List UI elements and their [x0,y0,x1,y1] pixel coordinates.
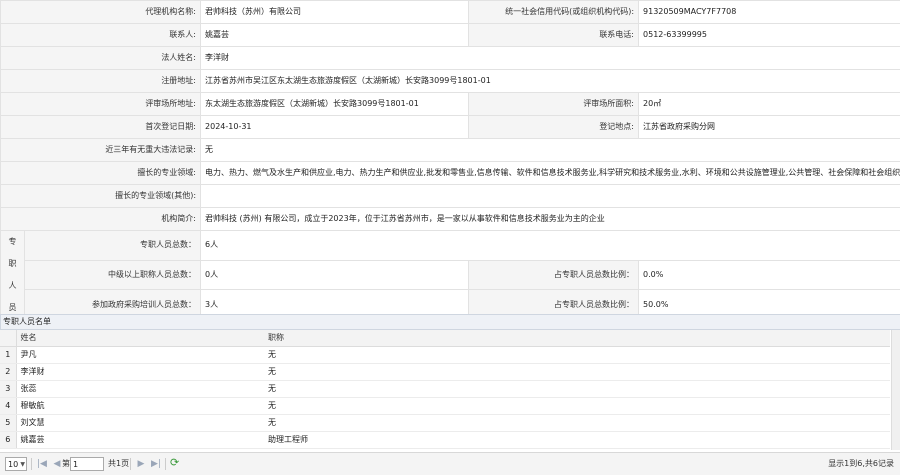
table-row[interactable]: 2 李洋财无 [0,363,890,381]
specialty-other-label: 擅长的专业领域(其他): [0,184,202,208]
staff-mid-ratio-value: 0.0% [638,259,900,291]
staff-side-char: 人 [8,281,17,290]
row-number: 4 [0,397,17,415]
credit-code-label: 统一社会信用代码(或组织机构代码): [468,0,640,24]
staff-name-cell: 穆敏航 [16,397,264,415]
page-prefix: 第 [62,459,70,468]
row-number: 3 [0,380,17,398]
staff-side-label: 专 职 人 员 [0,230,25,320]
phone-value: 0512-63399995 [638,23,900,47]
table-row[interactable]: 1 尹凡无 [0,346,890,364]
grid-scrollbar[interactable] [891,330,900,450]
refresh-icon[interactable]: ⟳ [170,456,179,470]
specialty-label: 擅长的专业领域: [0,161,202,185]
violations-label: 近三年有无重大违法记录: [0,138,202,162]
staff-title-cell: 无 [264,363,890,381]
review-address-label: 评审场所地址: [0,92,202,116]
row-number: 1 [0,346,17,364]
agency-name-value: 君帅科技（苏州）有限公司 [200,0,470,24]
agency-info-table: 代理机构名称: 君帅科技（苏州）有限公司 统一社会信用代码(或组织机构代码): … [0,0,900,320]
contact-value: 姚嘉芸 [200,23,470,47]
pagination-bar: 10 ▼ |◀ ◀ 第 1 共1页 ▶ ▶| ⟳ 显示1到6,共6记录 [0,452,900,475]
staff-name-cell: 刘文慧 [16,414,264,432]
last-page-icon[interactable]: ▶| [150,457,162,471]
pager-divider [130,458,131,470]
table-row[interactable]: 4 穆敏航无 [0,397,890,415]
staff-total-value: 6人 [200,230,900,261]
staff-title-cell: 助理工程师 [264,431,890,449]
staff-mid-value: 0人 [200,259,470,291]
first-reg-date-value: 2024-10-31 [200,115,470,139]
staff-title-cell: 无 [264,346,890,364]
pager-divider [31,458,32,470]
page-size-select[interactable]: 10 ▼ [5,457,27,471]
staff-name-cell: 李洋财 [16,363,264,381]
record-summary: 显示1到6,共6记录 [828,459,894,468]
staff-list-table: 姓名 职称 1 尹凡无 2 李洋财无 3 张蕊无 4 穆敏航无 5 刘文慧无 6 姚嘉芸 助理工程师 [0,330,890,449]
page-number-input[interactable]: 1 [70,457,104,471]
review-area-label: 评审场所面积: [468,92,640,116]
specialty-value: 电力、热力、燃气及水生产和供应业,电力、热力生产和供应业,批发和零售业,信息传输… [200,161,900,185]
reg-address-label: 注册地址: [0,69,202,93]
staff-name-cell: 尹凡 [16,346,264,364]
row-number: 6 [0,431,17,449]
staff-list-header: 姓名 职称 [0,330,890,347]
staff-total-label: 专职人员总数： [23,230,202,261]
staff-name-cell: 姚嘉芸 [16,431,264,449]
credit-code-value: 91320509MACY7F7708 [638,0,900,24]
intro-label: 机构简介: [0,207,202,231]
table-row[interactable]: 5 刘文慧无 [0,414,890,432]
reg-address-value: 江苏省苏州市吴江区东太湖生态旅游度假区（太湖新城）长安路3099号1801-01 [200,69,900,93]
first-page-icon[interactable]: |◀ [36,457,48,471]
review-address-value: 东太湖生态旅游度假区（太湖新城）长安路3099号1801-01 [200,92,470,116]
chevron-down-icon: ▼ [20,461,25,468]
staff-title-cell: 无 [264,414,890,432]
column-header-title[interactable]: 职称 [264,330,890,347]
reg-place-value: 江苏省政府采购分网 [638,115,900,139]
legal-rep-label: 法人姓名: [0,46,202,70]
staff-side-char: 职 [8,259,17,268]
column-header-name[interactable]: 姓名 [16,330,264,347]
row-number-header [0,330,17,347]
agency-name-label: 代理机构名称: [0,0,202,24]
table-row[interactable]: 3 张蕊无 [0,380,890,398]
first-reg-date-label: 首次登记日期: [0,115,202,139]
staff-title-cell: 无 [264,380,890,398]
next-page-icon[interactable]: ▶ [135,457,147,471]
staff-mid-ratio-label: 占专职人员总数比例： [468,259,640,291]
row-number: 2 [0,363,17,381]
intro-value: 君帅科技 (苏州) 有限公司，成立于2023年，位于江苏省苏州市，是一家以从事软… [200,207,900,231]
pager-divider [165,458,166,470]
reg-place-label: 登记地点: [468,115,640,139]
staff-name-cell: 张蕊 [16,380,264,398]
staff-side-char: 专 [8,237,17,246]
review-area-value: 20㎡ [638,92,900,116]
legal-rep-value: 李洋财 [200,46,900,70]
phone-label: 联系电话: [468,23,640,47]
staff-mid-label: 中级以上职称人员总数： [23,259,202,291]
page-total-text: 共1页 [108,459,130,468]
table-row[interactable]: 6 姚嘉芸 助理工程师 [0,431,890,449]
violations-value: 无 [200,138,900,162]
staff-title-cell: 无 [264,397,890,415]
row-number: 5 [0,414,17,432]
page-size-value: 10 [8,460,19,469]
specialty-other-value [200,184,900,208]
staff-list-title: 专职人员名单 [0,314,900,330]
contact-label: 联系人: [0,23,202,47]
